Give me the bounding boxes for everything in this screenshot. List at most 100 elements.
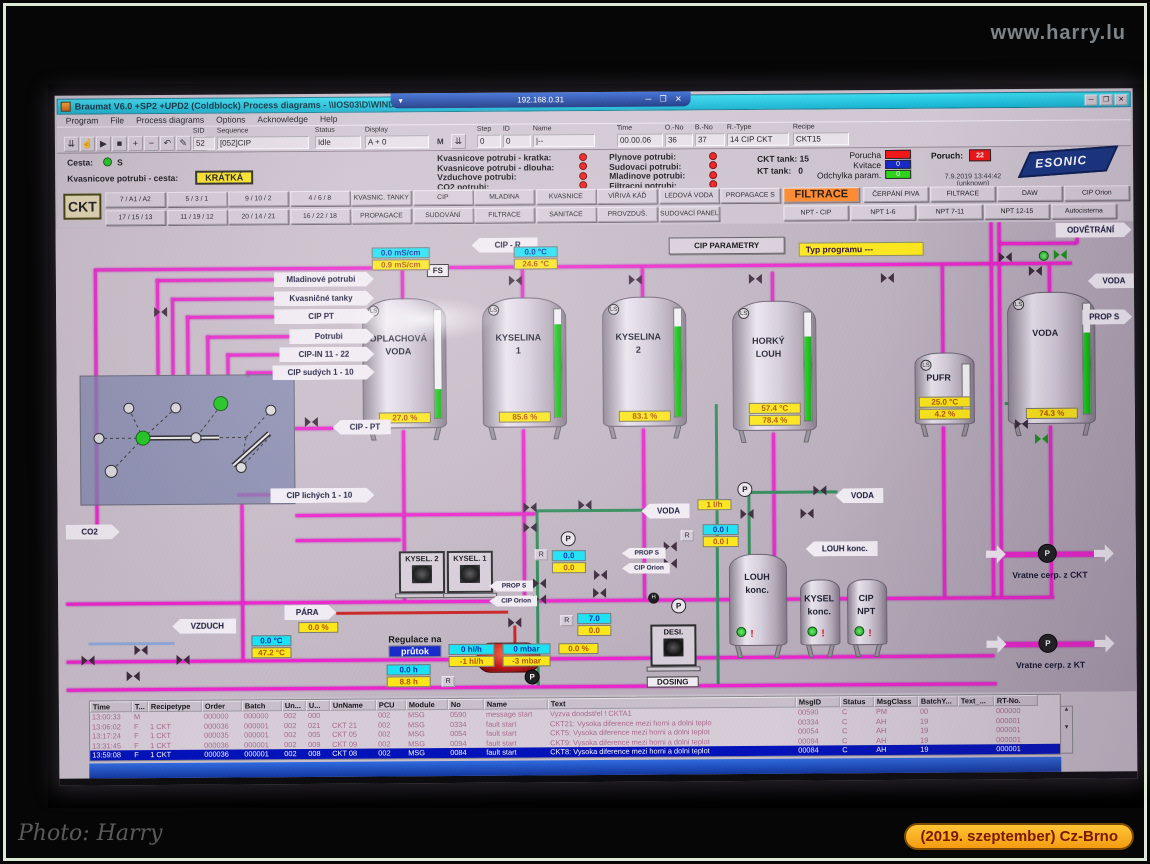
tank-value[interactable]: 78.4 % xyxy=(749,415,801,426)
tank-value[interactable]: 74.3 % xyxy=(1026,408,1078,419)
setpoint-value[interactable]: 0.0 l xyxy=(703,524,739,535)
column-header[interactable]: MsgClass xyxy=(874,696,918,707)
flow-arrow-prop-s[interactable]: PROP S xyxy=(489,580,533,591)
tank-value[interactable]: 25.0 °C xyxy=(919,396,971,407)
flow-arrow-cip-pt[interactable]: CIP PT xyxy=(274,309,374,325)
tank-value[interactable]: 57.4 °C xyxy=(749,403,801,414)
flow-arrow-cip-in-11-22[interactable]: CIP-IN 11 - 22 xyxy=(279,347,374,363)
actual-value[interactable]: 0.0 xyxy=(552,562,586,573)
column-header[interactable]: Order xyxy=(202,700,242,711)
column-header[interactable]: Recipetype xyxy=(148,701,202,712)
valve-icon[interactable] xyxy=(523,502,536,513)
toolbar-button-5[interactable]: − xyxy=(144,136,159,151)
actual-value[interactable]: 0.9 mS/cm xyxy=(372,259,430,270)
valve-icon[interactable] xyxy=(881,273,894,284)
valve-icon[interactable] xyxy=(533,578,546,589)
pump-icon[interactable]: P xyxy=(1038,634,1057,653)
close-button[interactable]: ✕ xyxy=(1115,94,1128,105)
nav-npt-7-11[interactable]: NPT 7-11 xyxy=(917,204,982,219)
toolbar-button-3[interactable]: ■ xyxy=(112,136,127,151)
flow-arrow-prop-s[interactable]: PROP S xyxy=(622,548,666,559)
column-header[interactable]: Status xyxy=(840,696,874,707)
nav-kvasnice[interactable]: KVASNICE xyxy=(536,189,596,204)
actual-value[interactable]: -3 mbar xyxy=(503,655,551,666)
flow-arrow-kvasni-n-tanky[interactable]: Kvasničné tanky xyxy=(274,291,374,307)
actual-value[interactable]: 24.6 °C xyxy=(514,258,558,269)
valve-icon[interactable] xyxy=(127,671,140,682)
toolbar-field-name[interactable]: |-- xyxy=(533,134,595,147)
setpoint-value[interactable]: 0 mbar xyxy=(502,643,550,654)
valve-icon[interactable] xyxy=(1054,250,1067,261)
setpoint-value[interactable]: 0.0 xyxy=(552,550,586,561)
ckt-page-tag[interactable]: CKT xyxy=(63,193,101,219)
pump-icon[interactable]: P xyxy=(1038,544,1057,563)
column-header[interactable]: T... xyxy=(132,701,148,712)
column-header[interactable]: Name xyxy=(484,698,548,709)
menu-item-file[interactable]: File xyxy=(105,115,129,125)
toolbar-button-0[interactable]: ⇊ xyxy=(64,137,79,152)
nav-ledov-voda[interactable]: LEDOVÁ VODA xyxy=(659,188,719,203)
nav-mladina[interactable]: MLADINA xyxy=(474,189,534,204)
valve-icon[interactable] xyxy=(134,645,147,656)
column-header[interactable]: Module xyxy=(406,699,448,710)
nav-provzdu-[interactable]: PROVZDUŠ. xyxy=(597,207,657,222)
step-advance-button[interactable]: ⇊ xyxy=(451,134,466,149)
nav-propagace[interactable]: PROPAGACE xyxy=(351,208,411,223)
nav-sudov-n-[interactable]: SUDOVÁNÍ xyxy=(413,208,473,223)
valve-icon[interactable] xyxy=(177,655,190,666)
flow-arrow-potrubi[interactable]: Potrubi xyxy=(289,329,374,345)
nav-npt-12-15[interactable]: NPT 12-15 xyxy=(984,204,1049,219)
flow-arrow-cip-pt[interactable]: CIP - PT xyxy=(333,419,391,434)
message-table[interactable]: TimeT...RecipetypeOrderBatchUn...U...UnN… xyxy=(89,694,1061,762)
minimize-button[interactable]: ─ xyxy=(1085,94,1098,105)
nav-kvasnic-tanky[interactable]: KVASNIC. TANKY xyxy=(351,190,411,205)
valve-icon[interactable] xyxy=(154,307,167,318)
reset-button[interactable]: R xyxy=(535,549,548,560)
reset-button[interactable]: R xyxy=(560,615,573,626)
tank-value[interactable]: 83.1 % xyxy=(619,410,671,421)
toolbar-field-sequence[interactable]: [052]CIP xyxy=(217,136,309,150)
column-header[interactable]: BatchY... xyxy=(918,695,958,706)
pin-icon[interactable]: ▾ xyxy=(399,96,403,105)
flow-arrow-voda[interactable]: VODA xyxy=(835,488,883,503)
poruch-count[interactable]: 22 xyxy=(969,149,991,161)
pump-icon[interactable]: P xyxy=(671,598,686,613)
toolbar-field-bno[interactable]: 37 xyxy=(695,133,725,146)
toolbar-field-recipe[interactable]: CKT15 xyxy=(793,132,849,145)
flow-arrow-voda[interactable]: VODA xyxy=(641,503,689,518)
nav-autocisterna[interactable]: Autocisterna xyxy=(1051,203,1116,218)
regulace-control[interactable]: Regulace naprůtok xyxy=(388,634,441,657)
column-header[interactable]: U... xyxy=(306,700,330,711)
nav-cip-orion[interactable]: CIP Orion xyxy=(1064,185,1129,200)
actual-value[interactable]: 1 l/h xyxy=(697,499,731,510)
valve-icon[interactable] xyxy=(593,588,606,599)
flow-arrow-odv-tr-n-[interactable]: ODVĚTRÁNÍ xyxy=(1056,222,1132,238)
tank-value[interactable]: 4.2 % xyxy=(919,408,971,419)
tank-value[interactable]: 85.6 % xyxy=(499,411,551,422)
actual-value[interactable]: 0.0 l xyxy=(703,536,739,547)
nav-11-19-12[interactable]: 11 / 19 / 12 xyxy=(167,210,227,225)
actual-value[interactable]: 0.0 xyxy=(577,625,611,636)
toolbar-field-rtype[interactable]: 14 CIP CKT xyxy=(727,133,789,146)
nav-filtrace[interactable]: FILTRACE xyxy=(474,207,534,222)
flow-arrow-prop-s[interactable]: PROP S xyxy=(1082,309,1132,324)
flow-arrow-cip-orion[interactable]: CIP Orion xyxy=(622,562,670,573)
menu-item-program[interactable]: Program xyxy=(61,115,104,125)
nav--erp-n-piva[interactable]: ČERPÁNÍ PIVA xyxy=(863,187,928,202)
flow-arrow-mladinov-potrubi[interactable]: Mladinové potrubi xyxy=(274,272,374,288)
column-header[interactable]: No xyxy=(448,699,484,710)
menu-item-process-diagrams[interactable]: Process diagrams xyxy=(131,115,209,126)
toolbar-field-sid[interactable]: 52 xyxy=(193,137,215,150)
nav-propagace-s[interactable]: PROPAGACE S xyxy=(720,188,780,203)
actual-value[interactable]: -1 hl/h xyxy=(449,656,495,667)
actual-value[interactable]: 0.0 % xyxy=(298,622,338,633)
toolbar-button-7[interactable]: ✎ xyxy=(176,136,191,151)
flow-arrow-louh-konc-[interactable]: LOUH konc. xyxy=(806,541,878,557)
setpoint-value[interactable]: 7.0 xyxy=(577,613,611,624)
column-header[interactable]: Un... xyxy=(282,700,306,711)
nav-7-a1-a2[interactable]: 7 / A1 / A2 xyxy=(105,192,165,207)
setpoint-value[interactable]: 0.0 h xyxy=(387,664,431,675)
actual-value[interactable]: 8.8 h xyxy=(387,676,431,687)
nav-v-iv-k-[interactable]: VÍŘIVÁ KÁĎ xyxy=(597,189,657,204)
toolbar-field-status[interactable]: Idle xyxy=(315,136,361,149)
